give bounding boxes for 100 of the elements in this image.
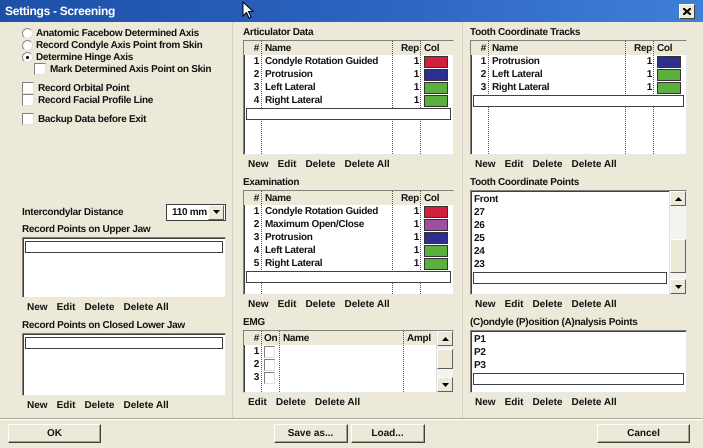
text-button[interactable]: New xyxy=(475,159,496,170)
text-button[interactable]: Delete All xyxy=(571,397,617,408)
option-label[interactable]: Record Orbital Point xyxy=(38,82,130,94)
list-item[interactable]: P1 xyxy=(474,333,684,346)
scrollbar[interactable] xyxy=(669,191,686,294)
table-cell[interactable]: Left Lateral xyxy=(488,68,626,81)
column-header[interactable]: Ampl xyxy=(404,332,434,344)
text-button[interactable]: New xyxy=(248,159,269,170)
push-button[interactable]: Save as... xyxy=(274,424,348,443)
column-header[interactable]: Col xyxy=(421,42,451,54)
input-field[interactable] xyxy=(473,373,684,385)
text-button[interactable]: New xyxy=(27,400,48,411)
color-swatch[interactable] xyxy=(424,232,448,244)
input-field[interactable] xyxy=(473,272,667,284)
text-button[interactable]: Edit xyxy=(248,397,267,408)
list-item[interactable]: 26 xyxy=(474,219,667,232)
column-header[interactable]: # xyxy=(247,192,261,204)
table-cell[interactable]: Right Lateral xyxy=(261,94,393,107)
table-cell[interactable]: Maximum Open/Close xyxy=(261,218,393,231)
text-button[interactable]: Delete xyxy=(84,400,114,411)
list-item[interactable]: 27 xyxy=(474,206,667,219)
checkbox[interactable] xyxy=(22,94,34,106)
text-button[interactable]: Edit xyxy=(504,397,524,408)
text-button[interactable]: Edit xyxy=(278,299,296,310)
radio-button[interactable] xyxy=(22,40,33,50)
column-header[interactable]: Name xyxy=(261,192,393,204)
column-header[interactable]: Col xyxy=(421,192,451,204)
input-field[interactable] xyxy=(473,95,684,107)
color-swatch[interactable] xyxy=(657,68,681,80)
text-button[interactable]: Delete xyxy=(84,302,114,313)
push-button[interactable]: Load... xyxy=(350,424,424,443)
color-swatch[interactable] xyxy=(424,94,448,106)
column-header[interactable]: Rep xyxy=(393,42,421,54)
color-swatch[interactable] xyxy=(424,56,448,68)
text-button[interactable]: Delete xyxy=(305,159,336,170)
column-header[interactable]: On xyxy=(261,332,279,344)
table-cell[interactable]: Left Lateral xyxy=(261,244,393,257)
option-label[interactable]: Record Facial Profile Line xyxy=(38,94,154,106)
color-swatch[interactable] xyxy=(424,244,448,256)
text-button[interactable]: Edit xyxy=(56,302,76,313)
text-button[interactable]: Delete xyxy=(532,397,562,408)
text-button[interactable]: Edit xyxy=(278,159,296,170)
checkbox[interactable] xyxy=(264,372,275,384)
color-swatch[interactable] xyxy=(424,258,448,270)
text-button[interactable]: Delete xyxy=(305,299,336,310)
list-item[interactable]: 24 xyxy=(474,245,667,258)
option-label[interactable]: Backup Data before Exit xyxy=(38,114,146,124)
radio-button[interactable] xyxy=(22,28,33,38)
color-swatch[interactable] xyxy=(657,56,681,68)
scroll-thumb[interactable] xyxy=(437,349,453,369)
scroll-up-button[interactable] xyxy=(437,331,453,346)
checkbox[interactable] xyxy=(34,63,46,75)
close-button[interactable] xyxy=(679,4,695,18)
color-swatch[interactable] xyxy=(424,68,448,80)
column-header[interactable]: Name xyxy=(488,42,626,54)
list-box[interactable] xyxy=(22,237,226,298)
option-label[interactable]: Record Condyle Axis Point from Skin xyxy=(36,40,202,50)
checkbox[interactable] xyxy=(264,358,275,370)
dropdown-button[interactable] xyxy=(208,204,224,220)
text-button[interactable]: Edit xyxy=(504,159,524,170)
input-field[interactable] xyxy=(246,108,451,120)
scroll-down-button[interactable] xyxy=(670,279,686,294)
color-swatch[interactable] xyxy=(424,218,448,230)
option-label[interactable]: Determine Hinge Axis xyxy=(36,52,133,62)
scroll-down-button[interactable] xyxy=(437,377,453,392)
color-swatch[interactable] xyxy=(424,206,448,218)
text-button[interactable]: New xyxy=(27,302,48,313)
list-box[interactable] xyxy=(22,333,226,396)
text-button[interactable]: Edit xyxy=(504,299,524,310)
text-button[interactable]: Delete All xyxy=(571,159,617,170)
column-header[interactable]: # xyxy=(247,332,261,344)
input-field[interactable] xyxy=(25,241,223,253)
table-cell[interactable]: Condyle Rotation Guided xyxy=(261,205,393,218)
list-box[interactable]: P1 P2 P3 xyxy=(470,330,687,393)
color-swatch[interactable] xyxy=(424,82,448,94)
checkbox[interactable] xyxy=(264,346,275,358)
list-item[interactable]: 23 xyxy=(474,258,667,271)
text-button[interactable]: Delete xyxy=(532,299,562,310)
table-cell[interactable]: Right Lateral xyxy=(488,81,626,94)
push-button[interactable]: Cancel xyxy=(597,424,690,443)
column-header[interactable]: Col xyxy=(654,42,684,54)
table-cell[interactable]: Protrusion xyxy=(261,68,393,81)
list-box[interactable]: # On Name Ampl 1 2 3 xyxy=(243,330,454,393)
column-header[interactable]: Rep xyxy=(393,192,421,204)
table-cell[interactable]: Left Lateral xyxy=(261,81,393,94)
text-button[interactable]: Delete All xyxy=(571,299,617,310)
list-item[interactable]: Front xyxy=(474,193,667,206)
column-header[interactable]: Name xyxy=(279,332,404,344)
checkbox[interactable] xyxy=(22,113,34,125)
input-field[interactable] xyxy=(246,271,451,283)
input-field[interactable] xyxy=(25,337,223,349)
text-button[interactable]: Delete xyxy=(532,159,562,170)
option-label[interactable]: Anatomic Facebow Determined Axis xyxy=(36,28,199,38)
text-button[interactable]: Delete xyxy=(276,397,306,408)
list-box[interactable]: Front 27 26 25 24 23 xyxy=(470,190,687,295)
dropdown[interactable]: 110 mm xyxy=(166,204,226,220)
list-item[interactable]: 25 xyxy=(474,232,667,245)
scroll-thumb[interactable] xyxy=(670,239,686,273)
scrollbar[interactable] xyxy=(436,331,453,392)
text-button[interactable]: Delete All xyxy=(314,397,360,408)
